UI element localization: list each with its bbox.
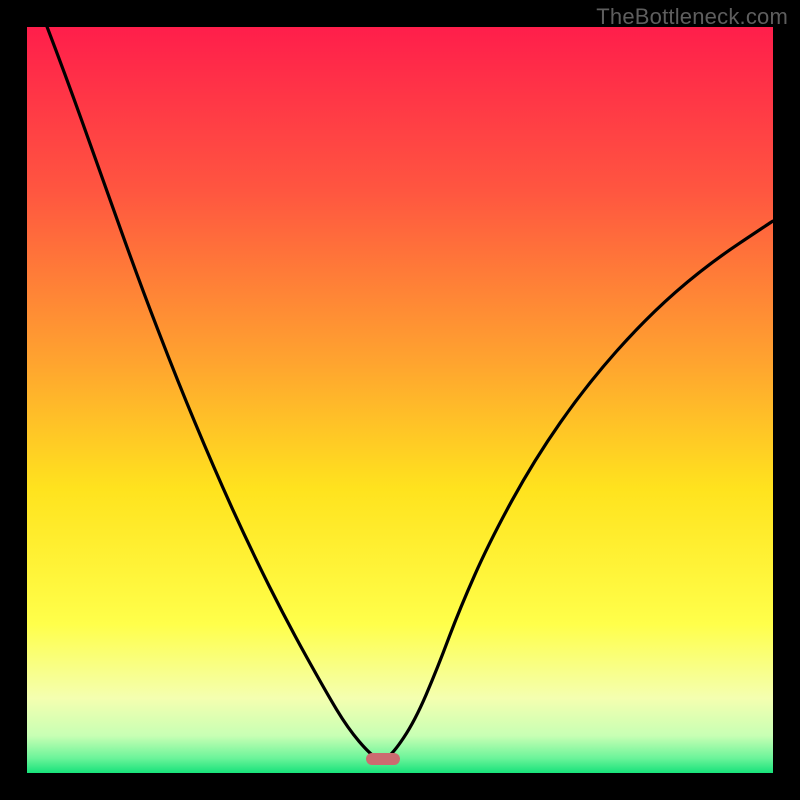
- watermark-text: TheBottleneck.com: [596, 4, 788, 30]
- chart-plot-area: [27, 27, 773, 773]
- bottleneck-curve: [27, 27, 773, 773]
- optimal-marker: [366, 753, 400, 765]
